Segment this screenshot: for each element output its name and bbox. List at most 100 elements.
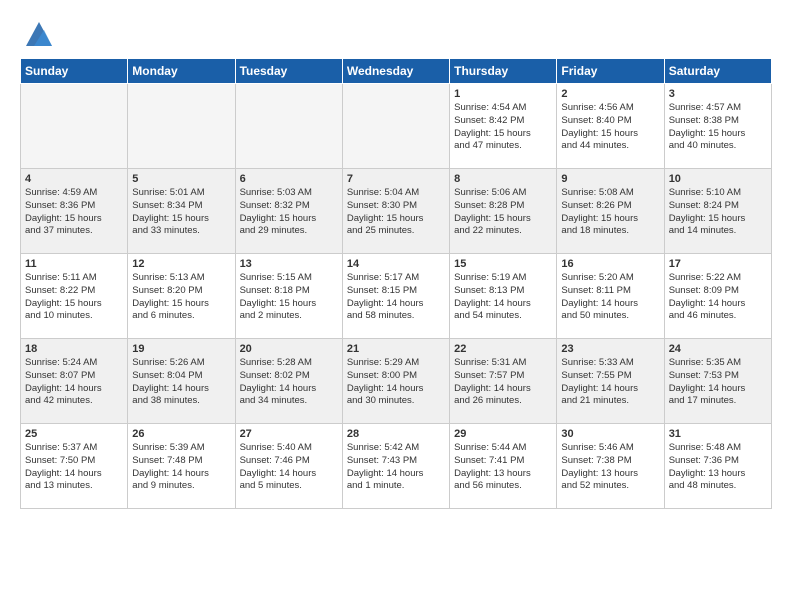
day-number: 7 [347,173,445,185]
day-number: 21 [347,343,445,355]
day-number: 13 [240,258,338,270]
day-number: 5 [132,173,230,185]
week-row-4: 25Sunrise: 5:37 AM Sunset: 7:50 PM Dayli… [21,424,772,509]
day-cell: 13 Sunrise: 5:15 AM Sunset: 8:18 PM Dayli… [235,254,342,339]
day-cell [342,84,449,169]
day-header-saturday: Saturday [664,59,771,84]
day-cell: 14Sunrise: 5:17 AM Sunset: 8:15 PM Dayli… [342,254,449,339]
calendar-header-row: SundayMondayTuesdayWednesdayThursdayFrid… [21,59,772,84]
day-cell: 18Sunrise: 5:24 AM Sunset: 8:07 PM Dayli… [21,339,128,424]
day-cell: 31 Sunrise: 5:48 AM Sunset: 7:36 PM Dayli… [664,424,771,509]
day-info: Sunrise: 5:48 AM Sunset: 7:36 PM Dayligh… [669,442,767,493]
day-info: Sunrise: 5:13 AM Sunset: 8:20 PM Dayligh… [132,272,230,323]
day-number: 9 [561,173,659,185]
day-info: Sunrise: 5:29 AM Sunset: 8:00 PM Dayligh… [347,357,445,408]
day-info: Sunrise: 5:15 AM Sunset: 8:18 PM Dayligh… [240,272,338,323]
day-number: 20 [240,343,338,355]
day-number: 2 [561,88,659,100]
day-info: Sunrise: 5:01 AM Sunset: 8:34 PM Dayligh… [132,187,230,238]
day-info: Sunrise: 5:35 AM Sunset: 7:53 PM Dayligh… [669,357,767,408]
header [20,18,772,48]
day-cell: 28 Sunrise: 5:42 AM Sunset: 7:43 PM Dayli… [342,424,449,509]
day-cell: 19 Sunrise: 5:26 AM Sunset: 8:04 PM Dayli… [128,339,235,424]
day-number: 12 [132,258,230,270]
day-info: Sunrise: 4:57 AM Sunset: 8:38 PM Dayligh… [669,102,767,153]
day-number: 25 [25,428,123,440]
day-number: 30 [561,428,659,440]
day-number: 6 [240,173,338,185]
day-cell: 11 Sunrise: 5:11 AM Sunset: 8:22 PM Dayli… [21,254,128,339]
day-cell: 25Sunrise: 5:37 AM Sunset: 7:50 PM Dayli… [21,424,128,509]
day-info: Sunrise: 4:54 AM Sunset: 8:42 PM Dayligh… [454,102,552,153]
day-number: 1 [454,88,552,100]
week-row-3: 18Sunrise: 5:24 AM Sunset: 8:07 PM Dayli… [21,339,772,424]
day-cell: 5 Sunrise: 5:01 AM Sunset: 8:34 PM Daylig… [128,169,235,254]
day-number: 29 [454,428,552,440]
day-info: Sunrise: 5:04 AM Sunset: 8:30 PM Dayligh… [347,187,445,238]
day-info: Sunrise: 5:44 AM Sunset: 7:41 PM Dayligh… [454,442,552,493]
day-number: 15 [454,258,552,270]
day-info: Sunrise: 5:46 AM Sunset: 7:38 PM Dayligh… [561,442,659,493]
logo [20,18,54,48]
day-header-sunday: Sunday [21,59,128,84]
day-header-monday: Monday [128,59,235,84]
day-cell: 29 Sunrise: 5:44 AM Sunset: 7:41 PM Dayli… [450,424,557,509]
calendar-table: SundayMondayTuesdayWednesdayThursdayFrid… [20,58,772,509]
day-info: Sunrise: 5:08 AM Sunset: 8:26 PM Dayligh… [561,187,659,238]
day-number: 8 [454,173,552,185]
day-number: 14 [347,258,445,270]
day-number: 11 [25,258,123,270]
day-cell: 30 Sunrise: 5:46 AM Sunset: 7:38 PM Dayli… [557,424,664,509]
day-cell [21,84,128,169]
day-cell: 27 Sunrise: 5:40 AM Sunset: 7:46 PM Dayli… [235,424,342,509]
day-number: 18 [25,343,123,355]
week-row-1: 4 Sunrise: 4:59 AM Sunset: 8:36 PM Daylig… [21,169,772,254]
day-number: 31 [669,428,767,440]
day-info: Sunrise: 4:59 AM Sunset: 8:36 PM Dayligh… [25,187,123,238]
day-cell: 7 Sunrise: 5:04 AM Sunset: 8:30 PM Daylig… [342,169,449,254]
day-cell: 21 Sunrise: 5:29 AM Sunset: 8:00 PM Dayli… [342,339,449,424]
day-info: Sunrise: 5:33 AM Sunset: 7:55 PM Dayligh… [561,357,659,408]
day-info: Sunrise: 5:20 AM Sunset: 8:11 PM Dayligh… [561,272,659,323]
logo-icon [24,18,54,48]
day-number: 10 [669,173,767,185]
day-number: 22 [454,343,552,355]
day-info: Sunrise: 5:10 AM Sunset: 8:24 PM Dayligh… [669,187,767,238]
week-row-2: 11 Sunrise: 5:11 AM Sunset: 8:22 PM Dayli… [21,254,772,339]
day-cell: 3Sunrise: 4:57 AM Sunset: 8:38 PM Daylig… [664,84,771,169]
day-info: Sunrise: 5:11 AM Sunset: 8:22 PM Dayligh… [25,272,123,323]
day-cell: 2 Sunrise: 4:56 AM Sunset: 8:40 PM Daylig… [557,84,664,169]
day-cell [128,84,235,169]
day-cell: 10 Sunrise: 5:10 AM Sunset: 8:24 PM Dayli… [664,169,771,254]
day-number: 16 [561,258,659,270]
day-info: Sunrise: 5:42 AM Sunset: 7:43 PM Dayligh… [347,442,445,493]
day-cell [235,84,342,169]
day-header-thursday: Thursday [450,59,557,84]
day-cell: 22 Sunrise: 5:31 AM Sunset: 7:57 PM Dayli… [450,339,557,424]
day-cell: 17Sunrise: 5:22 AM Sunset: 8:09 PM Dayli… [664,254,771,339]
day-cell: 6 Sunrise: 5:03 AM Sunset: 8:32 PM Daylig… [235,169,342,254]
day-number: 28 [347,428,445,440]
day-number: 4 [25,173,123,185]
day-number: 27 [240,428,338,440]
day-info: Sunrise: 5:39 AM Sunset: 7:48 PM Dayligh… [132,442,230,493]
day-number: 26 [132,428,230,440]
day-info: Sunrise: 5:22 AM Sunset: 8:09 PM Dayligh… [669,272,767,323]
day-info: Sunrise: 5:26 AM Sunset: 8:04 PM Dayligh… [132,357,230,408]
day-info: Sunrise: 5:31 AM Sunset: 7:57 PM Dayligh… [454,357,552,408]
day-info: Sunrise: 5:03 AM Sunset: 8:32 PM Dayligh… [240,187,338,238]
day-cell: 12 Sunrise: 5:13 AM Sunset: 8:20 PM Dayli… [128,254,235,339]
day-number: 19 [132,343,230,355]
day-info: Sunrise: 5:28 AM Sunset: 8:02 PM Dayligh… [240,357,338,408]
day-cell: 4 Sunrise: 4:59 AM Sunset: 8:36 PM Daylig… [21,169,128,254]
day-info: Sunrise: 5:40 AM Sunset: 7:46 PM Dayligh… [240,442,338,493]
day-info: Sunrise: 5:06 AM Sunset: 8:28 PM Dayligh… [454,187,552,238]
calendar-body: 1 Sunrise: 4:54 AM Sunset: 8:42 PM Daylig… [21,84,772,509]
day-cell: 26 Sunrise: 5:39 AM Sunset: 7:48 PM Dayli… [128,424,235,509]
day-cell: 15Sunrise: 5:19 AM Sunset: 8:13 PM Dayli… [450,254,557,339]
page: SundayMondayTuesdayWednesdayThursdayFrid… [0,0,792,519]
day-number: 24 [669,343,767,355]
day-info: Sunrise: 4:56 AM Sunset: 8:40 PM Dayligh… [561,102,659,153]
day-cell: 9 Sunrise: 5:08 AM Sunset: 8:26 PM Daylig… [557,169,664,254]
day-number: 23 [561,343,659,355]
